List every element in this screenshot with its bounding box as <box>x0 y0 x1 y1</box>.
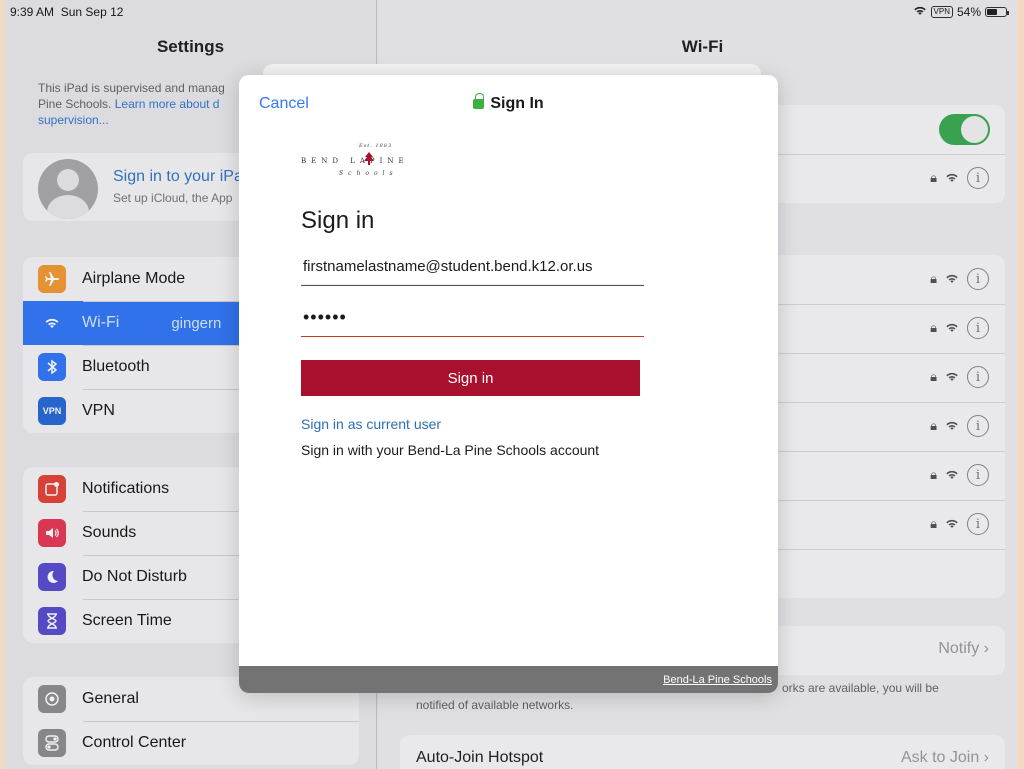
sheet-title: Sign In <box>239 93 778 113</box>
sign-in-sheet: Cancel Sign In Est. 1883 BEND LAPINE Sch… <box>239 75 778 693</box>
password-field[interactable]: •••••• <box>301 301 644 337</box>
sign-in-button[interactable]: Sign in <box>301 360 640 396</box>
pine-tree-icon <box>364 152 374 165</box>
footer-link[interactable]: Bend-La Pine Schools <box>663 674 772 686</box>
sign-in-hint: Sign in with your Bend-La Pine Schools a… <box>301 442 600 458</box>
sign-in-heading: Sign in <box>301 207 375 234</box>
sheet-footer: Bend-La Pine Schools <box>239 666 778 693</box>
lock-icon <box>473 93 485 109</box>
email-field[interactable]: firstnamelastname@student.bend.k12.or.us <box>301 250 644 286</box>
sign-in-current-user-link[interactable]: Sign in as current user <box>301 416 441 432</box>
school-logo: Est. 1883 BEND LAPINE Schools <box>301 143 409 177</box>
